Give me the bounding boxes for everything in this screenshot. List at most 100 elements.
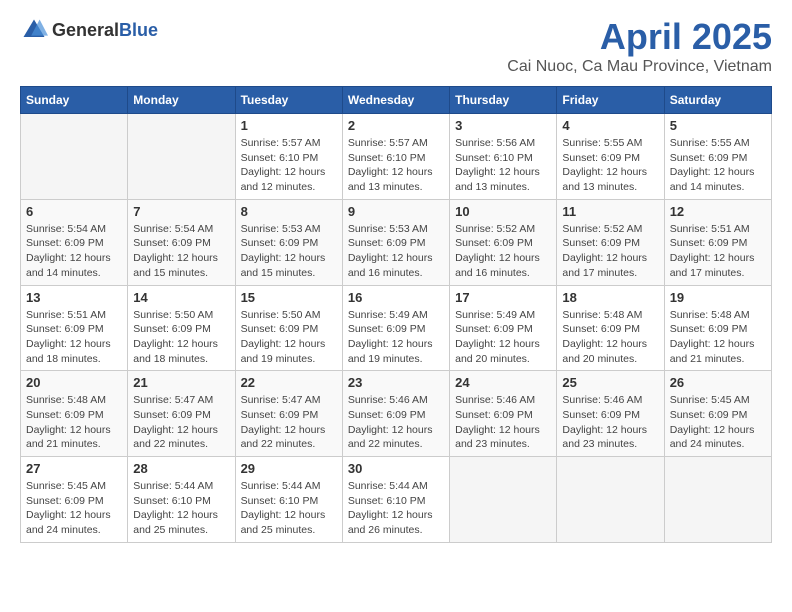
weekday-header-sunday: Sunday xyxy=(21,87,128,114)
day-info: Sunrise: 5:46 AM Sunset: 6:09 PM Dayligh… xyxy=(348,393,444,452)
day-info: Sunrise: 5:49 AM Sunset: 6:09 PM Dayligh… xyxy=(348,308,444,367)
calendar-cell: 27Sunrise: 5:45 AM Sunset: 6:09 PM Dayli… xyxy=(21,457,128,543)
weekday-header-row: SundayMondayTuesdayWednesdayThursdayFrid… xyxy=(21,87,772,114)
day-info: Sunrise: 5:57 AM Sunset: 6:10 PM Dayligh… xyxy=(348,136,444,195)
calendar-cell: 5 Sunrise: 5:55 AM Sunset: 6:09 PM Daylig… xyxy=(664,114,771,200)
calendar-cell: 15 Sunrise: 5:50 AM Sunset: 6:09 PM Dayli… xyxy=(235,285,342,371)
day-info: Sunrise: 5:49 AM Sunset: 6:09 PM Dayligh… xyxy=(455,308,551,367)
logo-icon xyxy=(20,16,48,44)
day-number: 7 xyxy=(133,204,229,219)
day-number: 12 xyxy=(670,204,766,219)
day-number: 5 xyxy=(670,118,766,133)
day-info: Sunrise: 5:53 AM Sunset: 6:09 PM Dayligh… xyxy=(348,222,444,281)
day-info: Sunrise: 5:48 AM Sunset: 6:09 PM Dayligh… xyxy=(26,393,122,452)
day-info: Sunrise: 5:46 AM Sunset: 6:09 PM Dayligh… xyxy=(455,393,551,452)
calendar-cell: 23Sunrise: 5:46 AM Sunset: 6:09 PM Dayli… xyxy=(342,371,449,457)
calendar-cell: 20 Sunrise: 5:48 AM Sunset: 6:09 PM Dayli… xyxy=(21,371,128,457)
day-number: 18 xyxy=(562,290,658,305)
day-info: Sunrise: 5:54 AM Sunset: 6:09 PM Dayligh… xyxy=(26,222,122,281)
calendar-cell: 6 Sunrise: 5:54 AM Sunset: 6:09 PM Daylig… xyxy=(21,199,128,285)
day-number: 25 xyxy=(562,375,658,390)
week-row-3: 13Sunrise: 5:51 AM Sunset: 6:09 PM Dayli… xyxy=(21,285,772,371)
day-info: Sunrise: 5:55 AM Sunset: 6:09 PM Dayligh… xyxy=(562,136,658,195)
day-number: 13 xyxy=(26,290,122,305)
calendar-cell: 7Sunrise: 5:54 AM Sunset: 6:09 PM Daylig… xyxy=(128,199,235,285)
weekday-header-friday: Friday xyxy=(557,87,664,114)
day-number: 26 xyxy=(670,375,766,390)
day-number: 30 xyxy=(348,461,444,476)
day-info: Sunrise: 5:50 AM Sunset: 6:09 PM Dayligh… xyxy=(133,308,229,367)
day-info: Sunrise: 5:46 AM Sunset: 6:09 PM Dayligh… xyxy=(562,393,658,452)
day-number: 27 xyxy=(26,461,122,476)
calendar-cell: 30 Sunrise: 5:44 AM Sunset: 6:10 PM Dayli… xyxy=(342,457,449,543)
calendar-cell: 26 Sunrise: 5:45 AM Sunset: 6:09 PM Dayli… xyxy=(664,371,771,457)
calendar-cell: 4Sunrise: 5:55 AM Sunset: 6:09 PM Daylig… xyxy=(557,114,664,200)
day-number: 1 xyxy=(241,118,337,133)
calendar-cell: 8 Sunrise: 5:53 AM Sunset: 6:09 PM Daylig… xyxy=(235,199,342,285)
calendar-cell: 25 Sunrise: 5:46 AM Sunset: 6:09 PM Dayli… xyxy=(557,371,664,457)
calendar-cell: 22 Sunrise: 5:47 AM Sunset: 6:09 PM Dayli… xyxy=(235,371,342,457)
day-number: 15 xyxy=(241,290,337,305)
day-number: 8 xyxy=(241,204,337,219)
calendar-cell: 10Sunrise: 5:52 AM Sunset: 6:09 PM Dayli… xyxy=(450,199,557,285)
week-row-4: 20 Sunrise: 5:48 AM Sunset: 6:09 PM Dayli… xyxy=(21,371,772,457)
calendar-cell xyxy=(664,457,771,543)
calendar-cell: 3 Sunrise: 5:56 AM Sunset: 6:10 PM Daylig… xyxy=(450,114,557,200)
day-number: 22 xyxy=(241,375,337,390)
week-row-1: 1 Sunrise: 5:57 AM Sunset: 6:10 PM Daylig… xyxy=(21,114,772,200)
day-info: Sunrise: 5:56 AM Sunset: 6:10 PM Dayligh… xyxy=(455,136,551,195)
calendar-cell: 29 Sunrise: 5:44 AM Sunset: 6:10 PM Dayli… xyxy=(235,457,342,543)
day-info: Sunrise: 5:45 AM Sunset: 6:09 PM Dayligh… xyxy=(670,393,766,452)
calendar-cell: 19Sunrise: 5:48 AM Sunset: 6:09 PM Dayli… xyxy=(664,285,771,371)
day-number: 2 xyxy=(348,118,444,133)
calendar-body: 1 Sunrise: 5:57 AM Sunset: 6:10 PM Daylig… xyxy=(21,114,772,543)
day-number: 3 xyxy=(455,118,551,133)
day-info: Sunrise: 5:47 AM Sunset: 6:09 PM Dayligh… xyxy=(133,393,229,452)
calendar-cell xyxy=(557,457,664,543)
day-number: 11 xyxy=(562,204,658,219)
day-number: 24 xyxy=(455,375,551,390)
calendar-cell: 16 Sunrise: 5:49 AM Sunset: 6:09 PM Dayli… xyxy=(342,285,449,371)
day-info: Sunrise: 5:44 AM Sunset: 6:10 PM Dayligh… xyxy=(241,479,337,538)
calendar-cell: 9 Sunrise: 5:53 AM Sunset: 6:09 PM Daylig… xyxy=(342,199,449,285)
calendar-cell: 2 Sunrise: 5:57 AM Sunset: 6:10 PM Daylig… xyxy=(342,114,449,200)
week-row-2: 6 Sunrise: 5:54 AM Sunset: 6:09 PM Daylig… xyxy=(21,199,772,285)
page-header: GeneralBlue April 2025 Cai Nuoc, Ca Mau … xyxy=(20,16,772,76)
calendar-cell xyxy=(21,114,128,200)
calendar-cell: 18 Sunrise: 5:48 AM Sunset: 6:09 PM Dayli… xyxy=(557,285,664,371)
calendar-cell: 1Sunrise: 5:57 AM Sunset: 6:10 PM Daylig… xyxy=(235,114,342,200)
title-area: April 2025 Cai Nuoc, Ca Mau Province, Vi… xyxy=(507,16,772,76)
calendar-cell: 13Sunrise: 5:51 AM Sunset: 6:09 PM Dayli… xyxy=(21,285,128,371)
day-info: Sunrise: 5:47 AM Sunset: 6:09 PM Dayligh… xyxy=(241,393,337,452)
weekday-header-thursday: Thursday xyxy=(450,87,557,114)
calendar-cell xyxy=(450,457,557,543)
day-number: 28 xyxy=(133,461,229,476)
subtitle: Cai Nuoc, Ca Mau Province, Vietnam xyxy=(507,58,772,76)
day-info: Sunrise: 5:48 AM Sunset: 6:09 PM Dayligh… xyxy=(562,308,658,367)
weekday-header-saturday: Saturday xyxy=(664,87,771,114)
day-number: 14 xyxy=(133,290,229,305)
calendar-cell: 28 Sunrise: 5:44 AM Sunset: 6:10 PM Dayli… xyxy=(128,457,235,543)
day-number: 10 xyxy=(455,204,551,219)
day-number: 21 xyxy=(133,375,229,390)
day-number: 16 xyxy=(348,290,444,305)
day-number: 20 xyxy=(26,375,122,390)
day-info: Sunrise: 5:44 AM Sunset: 6:10 PM Dayligh… xyxy=(348,479,444,538)
weekday-header-wednesday: Wednesday xyxy=(342,87,449,114)
calendar-cell: 11 Sunrise: 5:52 AM Sunset: 6:09 PM Dayli… xyxy=(557,199,664,285)
day-info: Sunrise: 5:44 AM Sunset: 6:10 PM Dayligh… xyxy=(133,479,229,538)
calendar-cell: 21 Sunrise: 5:47 AM Sunset: 6:09 PM Dayli… xyxy=(128,371,235,457)
calendar-cell: 14 Sunrise: 5:50 AM Sunset: 6:09 PM Dayli… xyxy=(128,285,235,371)
day-info: Sunrise: 5:48 AM Sunset: 6:09 PM Dayligh… xyxy=(670,308,766,367)
day-number: 9 xyxy=(348,204,444,219)
logo-general: General xyxy=(52,20,119,40)
day-number: 6 xyxy=(26,204,122,219)
day-number: 29 xyxy=(241,461,337,476)
calendar-cell: 24 Sunrise: 5:46 AM Sunset: 6:09 PM Dayli… xyxy=(450,371,557,457)
day-info: Sunrise: 5:50 AM Sunset: 6:09 PM Dayligh… xyxy=(241,308,337,367)
day-info: Sunrise: 5:55 AM Sunset: 6:09 PM Dayligh… xyxy=(670,136,766,195)
day-info: Sunrise: 5:51 AM Sunset: 6:09 PM Dayligh… xyxy=(670,222,766,281)
day-info: Sunrise: 5:53 AM Sunset: 6:09 PM Dayligh… xyxy=(241,222,337,281)
weekday-header-tuesday: Tuesday xyxy=(235,87,342,114)
day-info: Sunrise: 5:52 AM Sunset: 6:09 PM Dayligh… xyxy=(562,222,658,281)
